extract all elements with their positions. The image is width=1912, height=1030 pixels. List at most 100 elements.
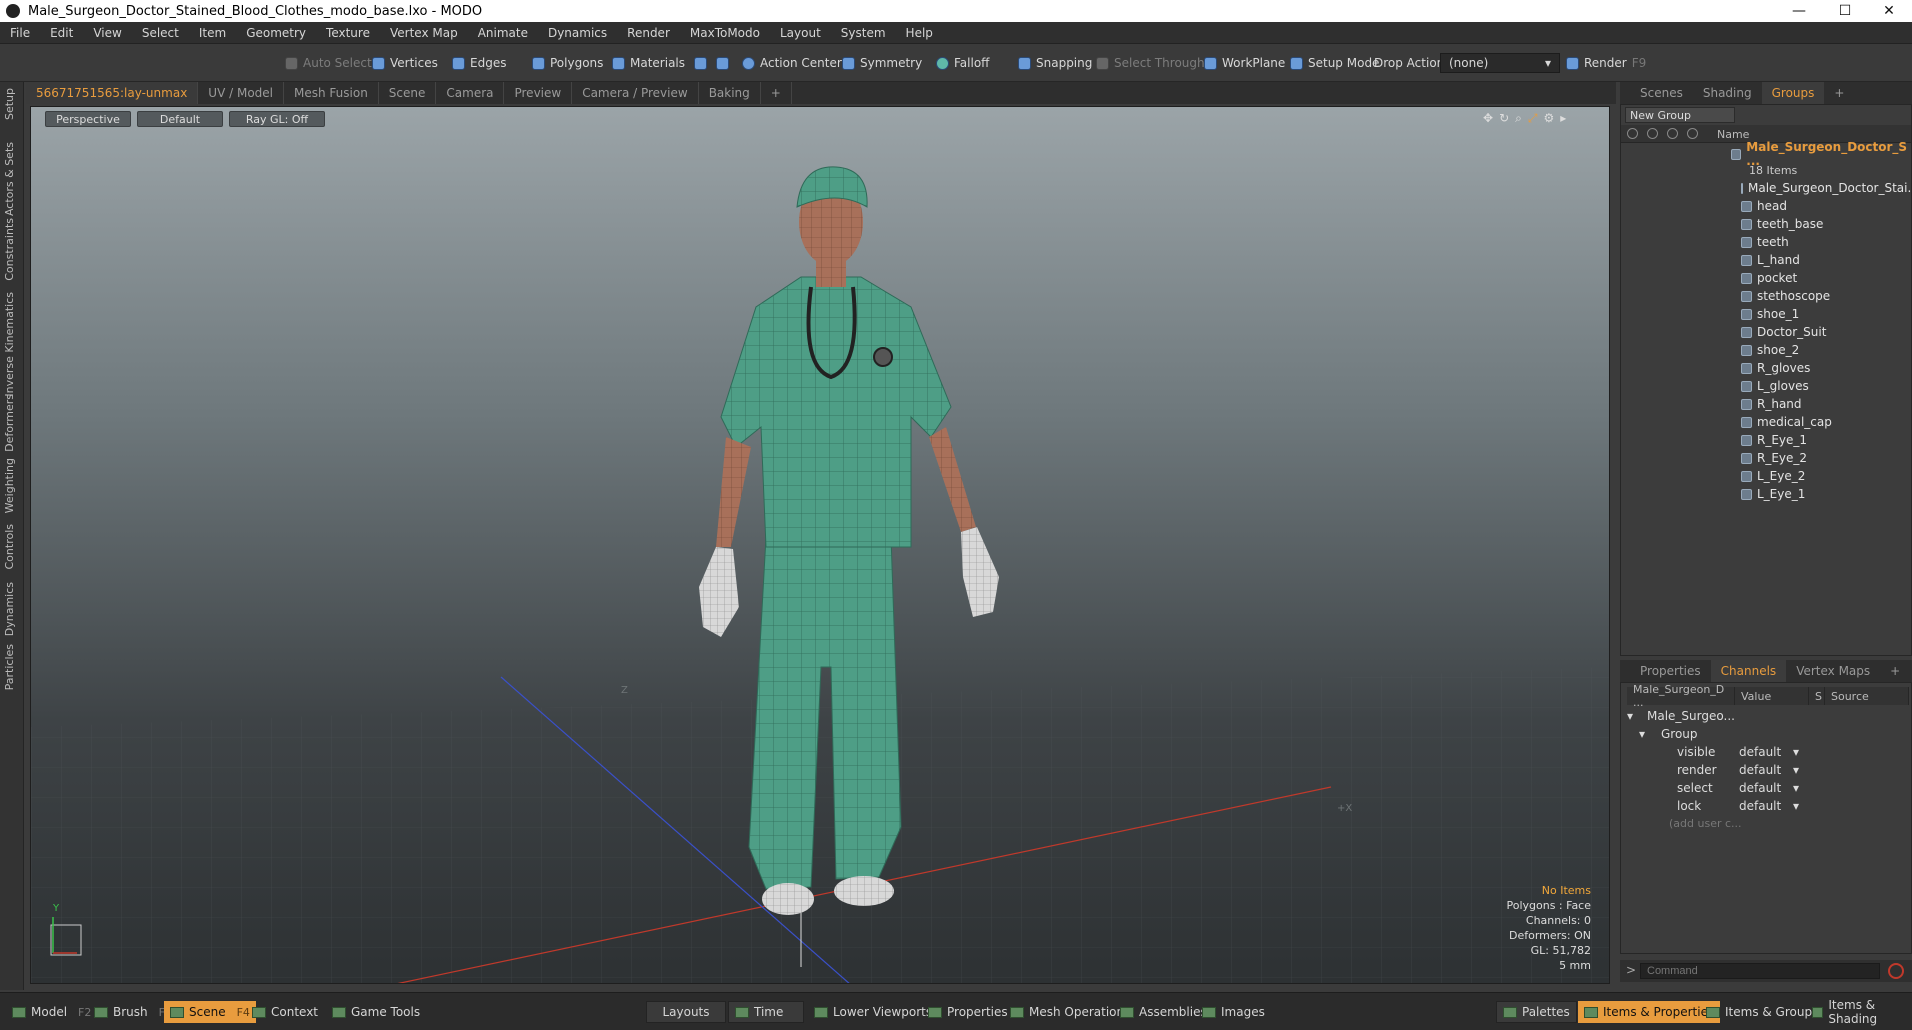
images-button[interactable]: Images [1196, 1001, 1271, 1023]
menu-edit[interactable]: Edit [40, 26, 83, 40]
tab-inverse-kinematics[interactable]: Inverse Kinematics [3, 292, 21, 397]
chevron-down-icon[interactable]: ▾ [1793, 799, 1799, 813]
channel-row[interactable]: visible default ▾ [1621, 743, 1911, 761]
layouts-button[interactable]: Layouts [646, 1001, 726, 1023]
polygons-button[interactable]: Polygons [532, 53, 603, 73]
menu-render[interactable]: Render [617, 26, 680, 40]
vertices-button[interactable]: Vertices [372, 53, 438, 73]
list-item[interactable]: shoe_2 [1621, 341, 1911, 359]
tab-weighting[interactable]: Weighting [3, 458, 21, 513]
game-tools-button[interactable]: Game Tools [326, 1001, 426, 1023]
play-icon[interactable]: ▸ [1560, 111, 1566, 126]
list-item[interactable]: L_hand [1621, 251, 1911, 269]
list-item[interactable]: stethoscope [1621, 287, 1911, 305]
expand-icon[interactable]: ▾ [1639, 727, 1645, 741]
expand-icon[interactable]: ▾ [1627, 709, 1633, 723]
3d-viewport[interactable]: Perspective Default Ray GL: Off ✥ ↻ ⌕ ⤢ … [30, 106, 1610, 984]
setup-mode-button[interactable]: Setup Mode [1290, 53, 1379, 73]
lock-icon[interactable] [1667, 128, 1678, 139]
tab-camera[interactable]: Camera [436, 82, 505, 104]
minimize-button[interactable]: — [1776, 0, 1822, 22]
list-item[interactable]: teeth_base [1621, 215, 1911, 233]
drop-action-select[interactable]: (none) ▾ [1440, 53, 1560, 73]
context-button[interactable]: Context [246, 1001, 324, 1023]
items-properties-button[interactable]: Items & Properties [1578, 1001, 1721, 1023]
list-item[interactable]: medical_cap [1621, 413, 1911, 431]
menu-view[interactable]: View [83, 26, 131, 40]
menu-dynamics[interactable]: Dynamics [538, 26, 617, 40]
tab-scenes[interactable]: Scenes [1630, 82, 1693, 104]
list-item[interactable]: head [1621, 197, 1911, 215]
tab-controls[interactable]: Controls [3, 524, 21, 570]
channel-row[interactable]: lock default ▾ [1621, 797, 1911, 815]
channel-row[interactable]: select default ▾ [1621, 779, 1911, 797]
channel-group-row[interactable]: ▾ Group [1621, 725, 1911, 743]
menu-maxtomodo[interactable]: MaxToModo [680, 26, 770, 40]
tab-channels[interactable]: Channels [1710, 660, 1787, 682]
tab-shading[interactable]: Shading [1693, 82, 1762, 104]
tab-camera-preview[interactable]: Camera / Preview [572, 82, 699, 104]
menu-file[interactable]: File [0, 26, 40, 40]
shading-default-button[interactable]: Default [137, 111, 223, 127]
menu-layout[interactable]: Layout [770, 26, 831, 40]
list-item[interactable]: R_gloves [1621, 359, 1911, 377]
tab-dynamics[interactable]: Dynamics [3, 582, 21, 636]
tab-setup[interactable]: Setup [3, 88, 21, 120]
zoom-icon[interactable]: ⌕ [1515, 111, 1522, 126]
tab-mesh-fusion[interactable]: Mesh Fusion [284, 82, 379, 104]
scene-layout-button[interactable]: Scene F4 [164, 1001, 256, 1023]
new-group-button[interactable]: New Group [1625, 107, 1735, 123]
list-item[interactable]: L_gloves [1621, 377, 1911, 395]
menu-animate[interactable]: Animate [468, 26, 538, 40]
visibility-icon[interactable] [1627, 128, 1638, 139]
add-right-tab-button[interactable]: + [1824, 82, 1854, 104]
menu-item[interactable]: Item [189, 26, 236, 40]
raygl-button[interactable]: Ray GL: Off [229, 111, 325, 127]
snapping-button[interactable]: Snapping [1018, 53, 1092, 73]
view-perspective-button[interactable]: Perspective [45, 111, 131, 127]
workplane-button[interactable]: WorkPlane [1204, 53, 1285, 73]
tab-uv-model[interactable]: UV / Model [198, 82, 284, 104]
list-item[interactable]: teeth [1621, 233, 1911, 251]
symmetry-button[interactable]: Symmetry [842, 53, 922, 73]
select-through-button[interactable]: Select Through [1096, 53, 1205, 73]
snap-mode-2-button[interactable] [716, 53, 729, 73]
lower-viewports-button[interactable]: Lower Viewports [808, 1001, 938, 1023]
menu-system[interactable]: System [831, 26, 896, 40]
tab-actors-sets[interactable]: Actors & Sets [3, 142, 21, 216]
model-layout-button[interactable]: Model F2 [6, 1001, 97, 1023]
pan-icon[interactable]: ✥ [1483, 111, 1493, 126]
rotate-icon[interactable]: ↻ [1499, 111, 1509, 126]
time-button[interactable]: Time [728, 1001, 804, 1023]
action-center-button[interactable]: Action Center [742, 53, 842, 73]
auto-select-button[interactable]: Auto Select [285, 53, 372, 73]
materials-button[interactable]: Materials [612, 53, 685, 73]
render-icon[interactable] [1647, 128, 1658, 139]
tab-groups[interactable]: Groups [1761, 82, 1825, 104]
gear-icon[interactable]: ⚙ [1543, 111, 1554, 126]
fit-icon[interactable]: ⤢ [1528, 111, 1538, 126]
list-item[interactable]: L_Eye_1 [1621, 485, 1911, 503]
menu-vertex-map[interactable]: Vertex Map [380, 26, 468, 40]
list-item[interactable]: R_Eye_1 [1621, 431, 1911, 449]
list-item[interactable]: L_Eye_2 [1621, 467, 1911, 485]
list-item[interactable]: Doctor_Suit [1621, 323, 1911, 341]
falloff-button[interactable]: Falloff [936, 53, 989, 73]
tab-layout-unmax[interactable]: 56671751565:lay-unmax [26, 82, 199, 104]
chevron-down-icon[interactable]: ▾ [1793, 745, 1799, 759]
tab-scene[interactable]: Scene [379, 82, 437, 104]
render-button[interactable]: Render F9 [1566, 53, 1646, 73]
close-button[interactable]: ✕ [1866, 0, 1912, 22]
palettes-button[interactable]: Palettes [1496, 1001, 1577, 1023]
snap-mode-button[interactable] [694, 53, 707, 73]
list-item[interactable]: R_hand [1621, 395, 1911, 413]
add-user-channel-row[interactable]: (add user c... [1621, 815, 1911, 833]
tab-preview[interactable]: Preview [504, 82, 573, 104]
add-channel-tab-button[interactable]: + [1880, 660, 1910, 682]
menu-select[interactable]: Select [132, 26, 189, 40]
tab-constraints[interactable]: Constraints [3, 218, 21, 281]
add-tab-button[interactable]: + [761, 82, 792, 104]
tab-baking[interactable]: Baking [699, 82, 761, 104]
menu-help[interactable]: Help [896, 26, 943, 40]
command-input[interactable] [1640, 963, 1880, 979]
